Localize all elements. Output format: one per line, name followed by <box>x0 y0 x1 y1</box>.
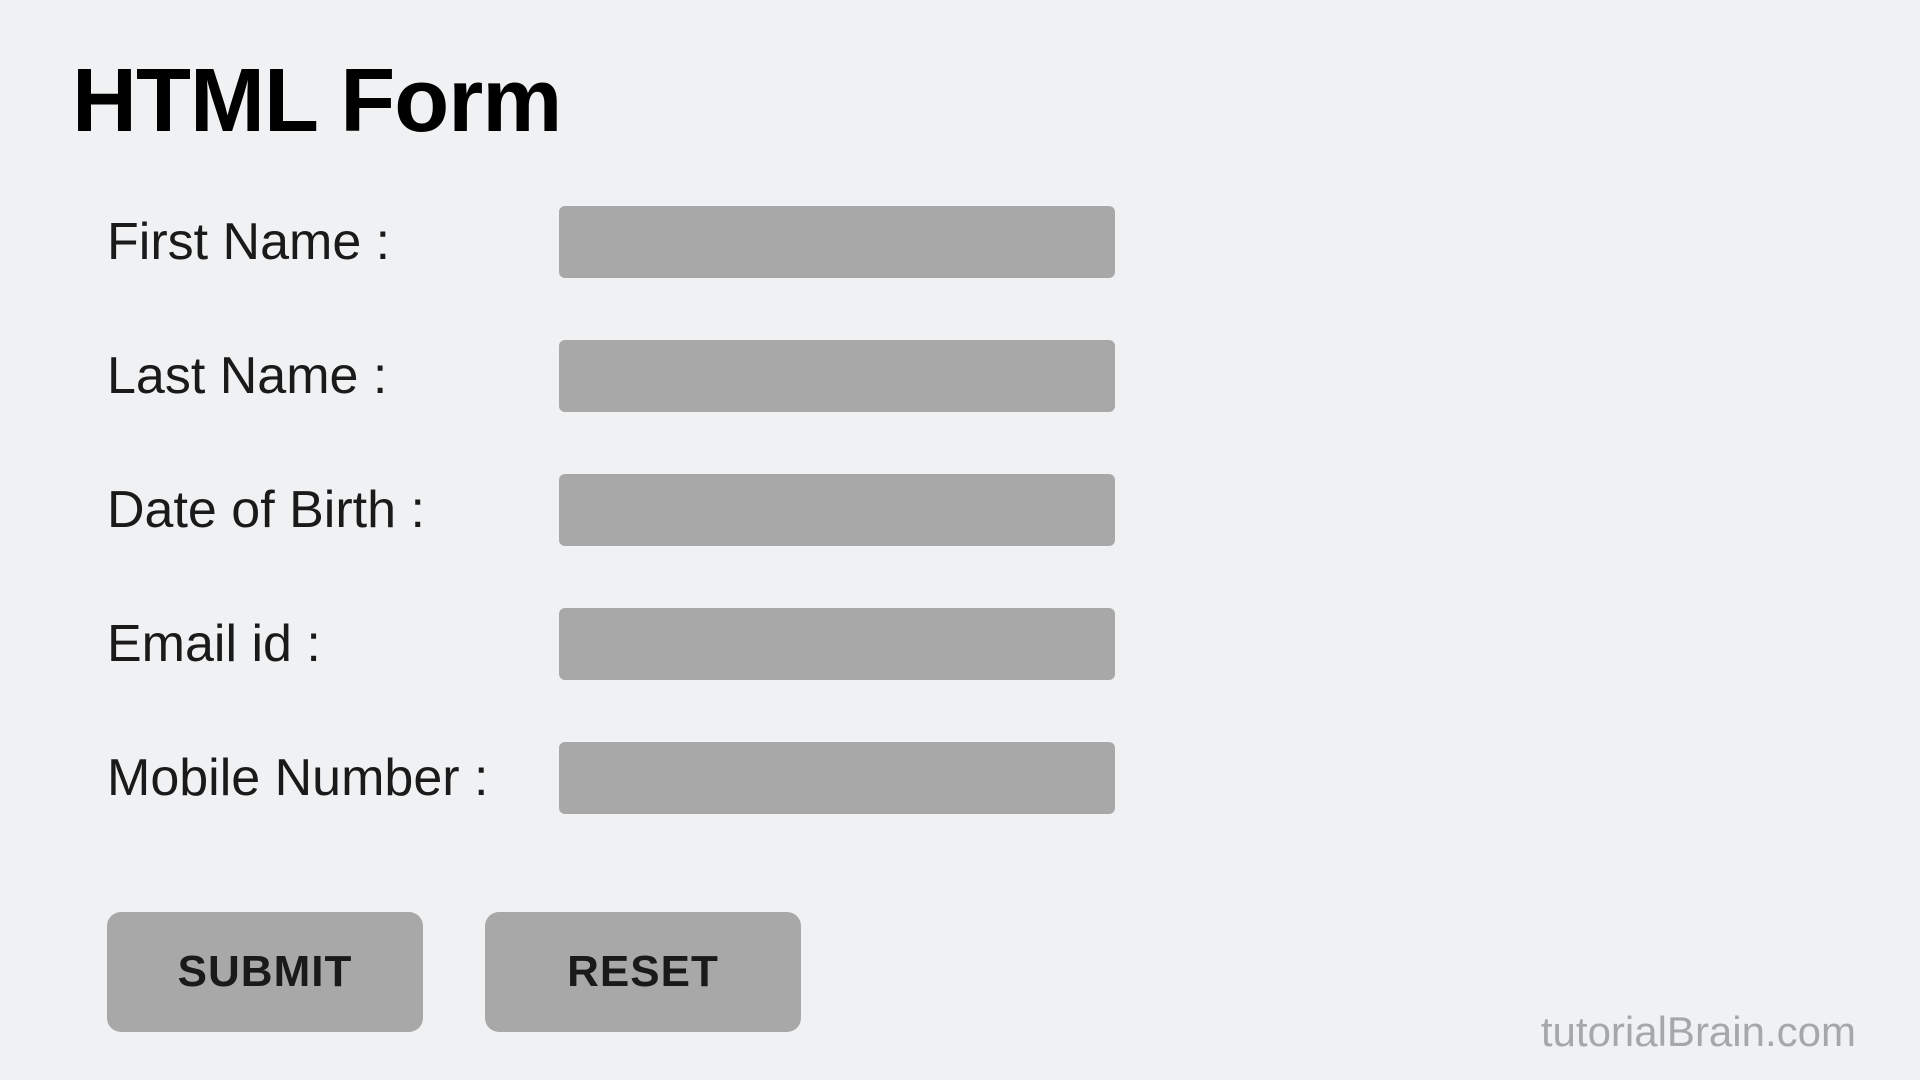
watermark: tutorialBrain.com <box>1541 1008 1856 1056</box>
button-row: SUBMIT RESET <box>107 912 801 1032</box>
dob-input[interactable] <box>559 474 1115 546</box>
form-row-last-name: Last Name : <box>107 340 1115 412</box>
submit-button[interactable]: SUBMIT <box>107 912 423 1032</box>
email-label: Email id : <box>107 614 559 674</box>
last-name-input[interactable] <box>559 340 1115 412</box>
dob-label: Date of Birth : <box>107 480 559 540</box>
email-input[interactable] <box>559 608 1115 680</box>
first-name-label: First Name : <box>107 212 559 272</box>
page-title: HTML Form <box>72 50 561 153</box>
form-row-dob: Date of Birth : <box>107 474 1115 546</box>
first-name-input[interactable] <box>559 206 1115 278</box>
reset-button[interactable]: RESET <box>485 912 801 1032</box>
form-row-mobile: Mobile Number : <box>107 742 1115 814</box>
mobile-input[interactable] <box>559 742 1115 814</box>
mobile-label: Mobile Number : <box>107 748 559 808</box>
form-row-email: Email id : <box>107 608 1115 680</box>
form-container: First Name : Last Name : Date of Birth :… <box>107 206 1115 876</box>
last-name-label: Last Name : <box>107 346 559 406</box>
form-row-first-name: First Name : <box>107 206 1115 278</box>
